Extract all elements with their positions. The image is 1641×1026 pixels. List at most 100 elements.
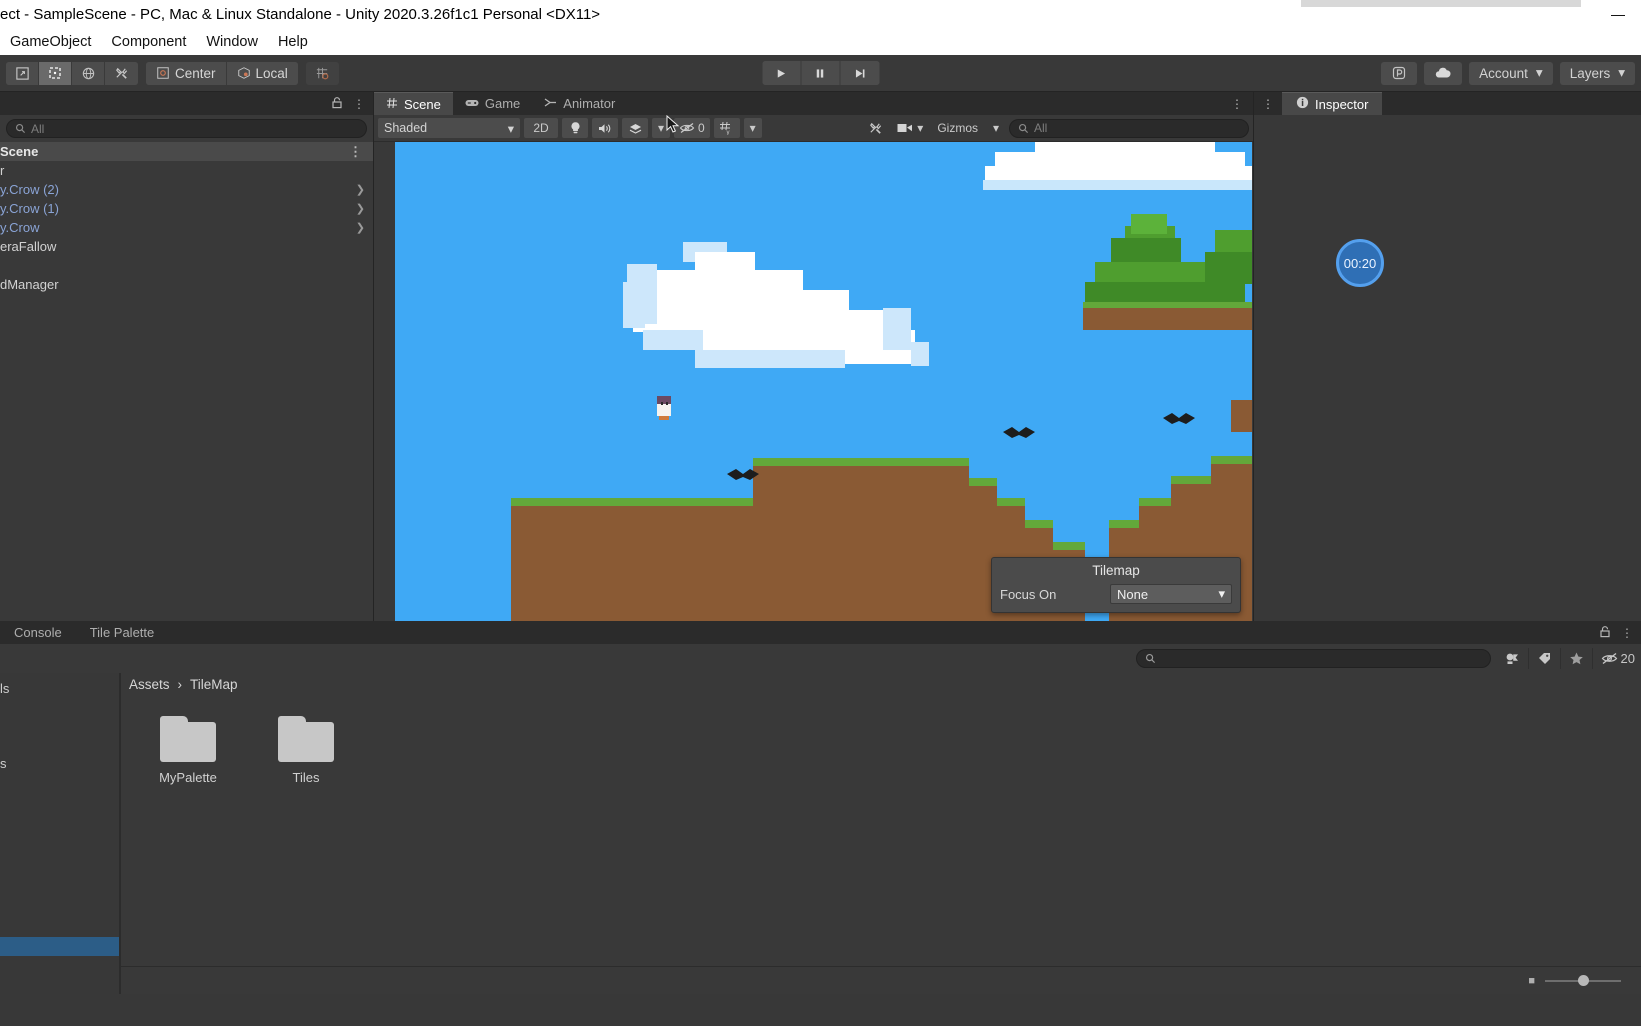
- audio-toggle-button[interactable]: [592, 118, 618, 138]
- gizmos-dropdown-button[interactable]: ▾: [987, 118, 1005, 138]
- focus-on-label: Focus On: [1000, 586, 1057, 602]
- menu-item-component[interactable]: Component: [101, 34, 196, 50]
- hierarchy-item-3[interactable]: y.Crow ❯: [0, 218, 373, 237]
- space-toggle-button[interactable]: Local: [226, 61, 298, 85]
- scene-grid-dropdown-button[interactable]: ▾: [743, 118, 762, 138]
- project-tabrow[interactable]: Console Tile Palette ⋮: [0, 621, 1641, 644]
- window-controls[interactable]: —: [1595, 0, 1641, 28]
- type-filter-icon[interactable]: [1497, 648, 1529, 669]
- asset-size-slider[interactable]: [1545, 974, 1621, 986]
- main-toolbar: Center Local Account ▾ Layers ▾: [0, 55, 1641, 133]
- draw-mode-dropdown[interactable]: Shaded ▾: [378, 118, 520, 138]
- custom-tool-button[interactable]: [105, 61, 138, 85]
- grid-snapping-button[interactable]: [305, 61, 339, 85]
- menubar[interactable]: GameObject Component Window Help: [0, 28, 1641, 55]
- rotate-tool-button[interactable]: [72, 61, 105, 85]
- breadcrumb-item-tilemap[interactable]: TileMap: [190, 677, 238, 692]
- collab-button[interactable]: [1381, 61, 1418, 85]
- focus-on-dropdown[interactable]: None ▾: [1110, 584, 1232, 604]
- gizmos-button[interactable]: Gizmos: [932, 118, 983, 138]
- project-hidden-count[interactable]: 20: [1601, 651, 1635, 666]
- scene-tools-button[interactable]: [862, 118, 888, 138]
- hand-tool-button[interactable]: [6, 61, 39, 85]
- breadcrumb-item-assets[interactable]: Assets: [129, 677, 170, 692]
- scene-view-tabs[interactable]: Scene Game Animator ⋮: [374, 92, 1253, 115]
- hierarchy-tab-icons[interactable]: ⋮: [331, 96, 373, 112]
- hierarchy-scene-row[interactable]: Scene ⋮: [0, 142, 373, 161]
- account-button[interactable]: Account ▾: [1469, 61, 1553, 85]
- tab-console[interactable]: Console: [0, 621, 76, 644]
- lock-icon[interactable]: [331, 96, 343, 112]
- menu-item-gameobject[interactable]: GameObject: [0, 34, 101, 50]
- hierarchy-search-input[interactable]: All: [6, 119, 367, 138]
- toolbar-right-group: Account ▾ Layers ▾: [1381, 61, 1635, 85]
- account-label: Account: [1479, 65, 1528, 81]
- hierarchy-item-1[interactable]: y.Crow (2) ❯: [0, 180, 373, 199]
- inspector-tabrow: ⋮ Inspector: [1254, 92, 1641, 115]
- lighting-toggle-button[interactable]: [562, 118, 588, 138]
- hierarchy-item-label: y.Crow (2): [0, 182, 59, 197]
- chevron-down-icon: ▾: [992, 121, 1000, 135]
- toggle-2d-button[interactable]: 2D: [524, 118, 558, 138]
- favorites-icon[interactable]: [1561, 648, 1593, 669]
- project-tree-selected-row[interactable]: [0, 937, 119, 956]
- menu-item-help[interactable]: Help: [268, 34, 318, 50]
- grid-icon: [386, 97, 398, 112]
- project-tree-item-0[interactable]: ls: [0, 679, 119, 698]
- chevron-right-icon[interactable]: ❯: [356, 221, 365, 234]
- breadcrumb[interactable]: Assets › TileMap: [121, 673, 1641, 696]
- hierarchy-item-2[interactable]: y.Crow (1) ❯: [0, 199, 373, 218]
- scene-view-menu-icon[interactable]: ⋮: [1231, 97, 1253, 111]
- layers-button[interactable]: Layers ▾: [1559, 61, 1635, 85]
- project-filters[interactable]: [1497, 648, 1593, 669]
- tilemap-overlay-panel[interactable]: Tilemap Focus On None ▾: [991, 557, 1241, 613]
- tab-game[interactable]: Game: [453, 92, 532, 115]
- project-tree-item-1[interactable]: [0, 735, 119, 754]
- tab-animator[interactable]: Animator: [532, 92, 627, 115]
- slider-knob[interactable]: [1578, 974, 1590, 986]
- step-button[interactable]: [840, 61, 879, 85]
- scene-camera-button[interactable]: ▾: [892, 118, 928, 138]
- pause-button[interactable]: [801, 61, 840, 85]
- chevron-right-icon[interactable]: ❯: [356, 202, 365, 215]
- playback-controls: [762, 61, 879, 85]
- hierarchy-item-4[interactable]: eraFallow: [0, 237, 373, 256]
- chevron-down-icon: ▾: [917, 121, 924, 135]
- scene-row-menu-icon[interactable]: ⋮: [349, 144, 363, 160]
- hierarchy-menu-icon[interactable]: ⋮: [353, 97, 365, 111]
- hierarchy-item-5[interactable]: [0, 256, 373, 275]
- label-filter-icon[interactable]: [1529, 648, 1561, 669]
- cloud-button[interactable]: [1424, 61, 1463, 85]
- rect-tool-button[interactable]: [39, 61, 72, 85]
- project-tab-icons[interactable]: ⋮: [1599, 625, 1641, 641]
- project-footer: ■: [121, 966, 1641, 994]
- project-menu-icon[interactable]: ⋮: [1621, 626, 1633, 640]
- search-icon: [1145, 653, 1155, 664]
- effects-toggle-button[interactable]: [622, 118, 648, 138]
- minimize-button[interactable]: —: [1595, 6, 1641, 22]
- menu-item-window[interactable]: Window: [196, 34, 268, 50]
- asset-item-tiles[interactable]: Tiles: [261, 716, 351, 785]
- asset-label: Tiles: [292, 770, 320, 785]
- asset-item-mypalette[interactable]: MyPalette: [143, 716, 233, 785]
- hierarchy-item-6[interactable]: dManager: [0, 275, 373, 294]
- player-character: [657, 396, 671, 420]
- scene-grid-button[interactable]: y: [713, 118, 740, 138]
- project-tree[interactable]: ls s: [0, 673, 120, 994]
- scene-search-input[interactable]: All: [1009, 118, 1249, 138]
- pivot-toggle-button[interactable]: Center: [146, 61, 227, 85]
- tab-tile-palette[interactable]: Tile Palette: [76, 621, 169, 644]
- inspector-menu-icon[interactable]: ⋮: [1254, 97, 1282, 111]
- play-button[interactable]: [762, 61, 801, 85]
- tab-inspector[interactable]: Inspector: [1282, 92, 1383, 115]
- tab-scene[interactable]: Scene: [374, 92, 453, 115]
- asset-grid[interactable]: MyPalette Tiles: [121, 696, 1641, 966]
- project-tree-item-2[interactable]: s: [0, 754, 119, 773]
- hierarchy-item-0[interactable]: r: [0, 161, 373, 180]
- scene-render[interactable]: [395, 142, 1252, 621]
- project-search-input[interactable]: [1135, 649, 1491, 668]
- lock-icon[interactable]: [1599, 625, 1611, 641]
- scene-canvas[interactable]: Tilemap Focus On None ▾: [374, 142, 1253, 621]
- hierarchy-list[interactable]: Scene ⋮ r y.Crow (2) ❯ y.Crow (1) ❯ y.Cr…: [0, 142, 373, 621]
- chevron-right-icon[interactable]: ❯: [356, 183, 365, 196]
